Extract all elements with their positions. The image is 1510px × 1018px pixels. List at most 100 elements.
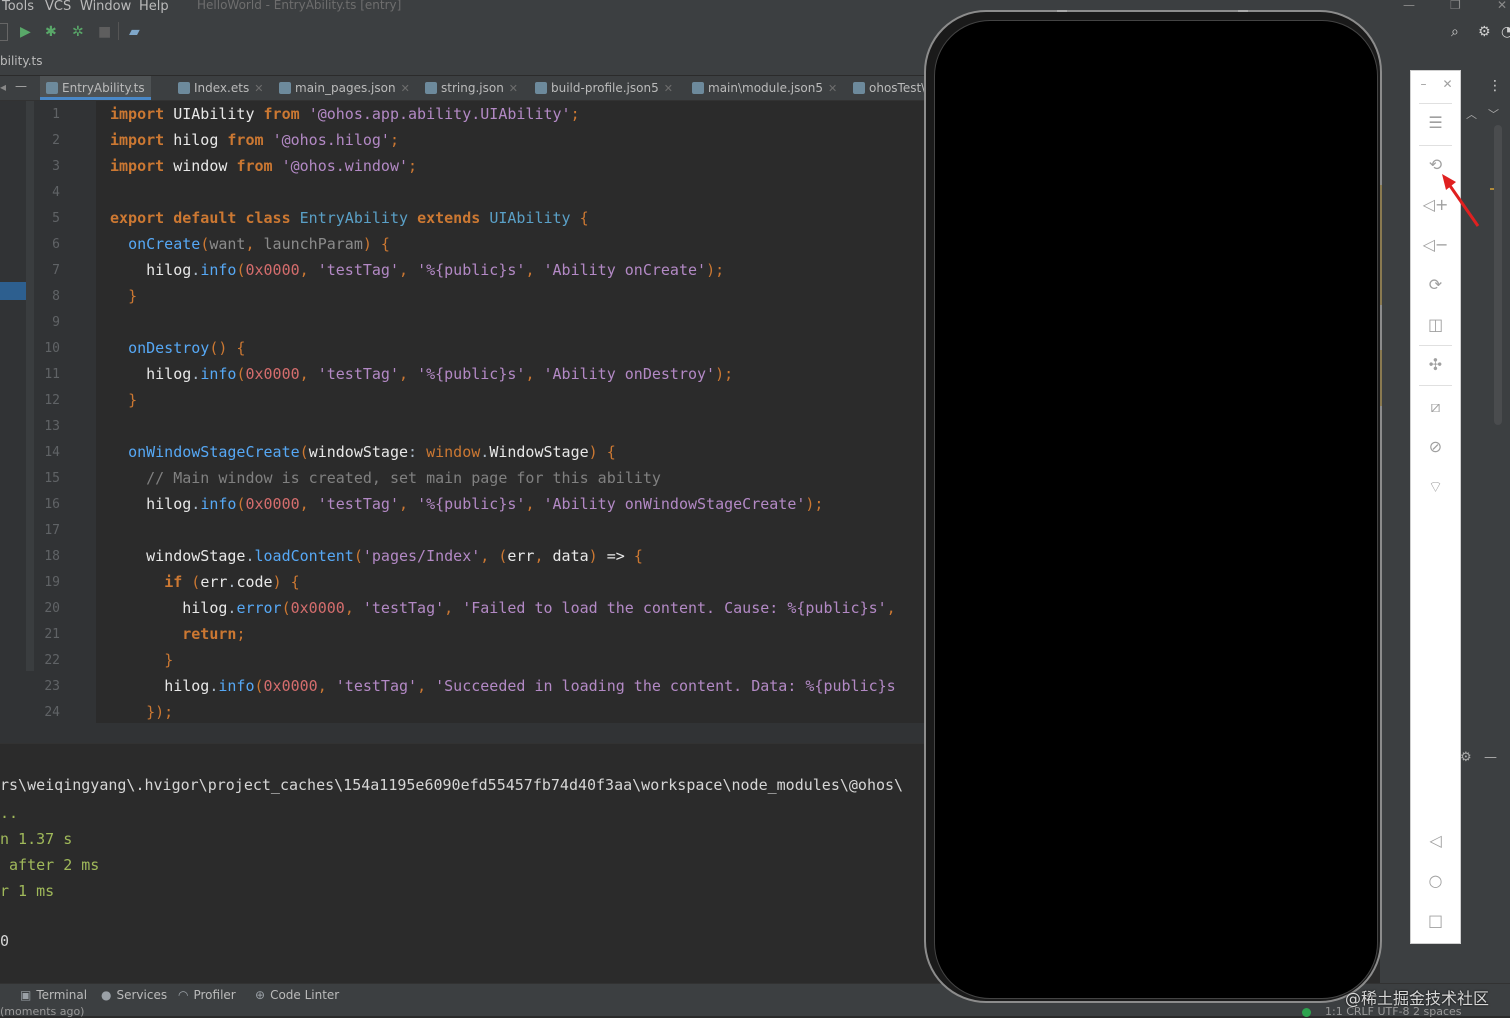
chevron-down-icon[interactable]: ﹀ xyxy=(1488,106,1499,122)
tab-build-profile[interactable]: build-profile.json5 ✕ xyxy=(535,76,673,100)
close-icon[interactable]: ✕ xyxy=(1423,77,1472,91)
toolbar-separator xyxy=(118,22,119,40)
console-hide-icon[interactable]: — xyxy=(1484,750,1497,765)
horizontal-scrollbar[interactable] xyxy=(36,723,925,743)
services-icon: ● xyxy=(101,988,112,1002)
close-tab-icon[interactable]: ✕ xyxy=(401,82,410,95)
code-line: windowStage.loadContent('pages/Index', (… xyxy=(146,547,643,565)
line-number: 9 xyxy=(52,315,60,330)
file-icon xyxy=(178,82,190,94)
search-icon[interactable]: ⌕ xyxy=(1451,24,1459,40)
file-icon xyxy=(692,82,704,94)
panel-separator xyxy=(1419,345,1452,346)
line-number: 11 xyxy=(44,367,60,382)
close-tab-icon[interactable]: ✕ xyxy=(664,82,673,95)
wifi-off-icon[interactable]: ⌔ xyxy=(1411,477,1460,497)
minimize-window-icon[interactable]: — xyxy=(1403,0,1415,12)
location-icon[interactable]: ✣ xyxy=(1411,355,1460,374)
menu-window[interactable]: Window xyxy=(80,0,131,14)
close-tab-icon[interactable]: ✕ xyxy=(509,82,518,95)
config-selector[interactable] xyxy=(0,23,8,41)
phone-frame xyxy=(924,10,1382,1003)
watermark: @稀土掘金技术社区 xyxy=(1345,989,1490,1008)
attach-debugger-icon[interactable]: ✲ xyxy=(72,24,84,40)
rotate-right-icon[interactable]: ⟳ xyxy=(1411,275,1460,294)
menu-tools[interactable]: Tools xyxy=(2,0,34,14)
file-icon xyxy=(425,82,437,94)
fold-screen-icon[interactable]: ⧄ xyxy=(1411,397,1460,417)
line-number: 3 xyxy=(52,159,60,174)
file-icon xyxy=(279,82,291,94)
run-icon[interactable]: ▶ xyxy=(20,24,31,40)
tab-index[interactable]: Index.ets ✕ xyxy=(178,76,263,100)
restore-window-icon[interactable]: ❐ xyxy=(1450,0,1461,12)
notification-icon[interactable]: ◔ xyxy=(1501,24,1510,40)
line-number: 20 xyxy=(44,601,60,616)
recent-apps-icon[interactable]: □ xyxy=(1411,911,1460,930)
code-linter-icon: ⊕ xyxy=(255,988,266,1002)
console-line: rs\weiqingyang\.hvigor\project_caches\15… xyxy=(0,776,904,794)
collapse-icon[interactable]: — xyxy=(15,79,27,93)
code-line: return; xyxy=(182,625,246,643)
close-window-icon[interactable]: ✕ xyxy=(1497,0,1507,12)
tab-module[interactable]: main\module.json5 ✕ xyxy=(692,76,837,100)
console-line: r 1 ms xyxy=(0,882,55,900)
code-line: export default class EntryAbility extend… xyxy=(110,209,589,227)
close-tab-icon[interactable]: ✕ xyxy=(828,82,837,95)
code-line: onCreate(want, launchParam) { xyxy=(128,235,390,253)
window-title: HelloWorld - EntryAbility.ts [entry] xyxy=(197,0,402,12)
profiler-icon: ◠ xyxy=(178,988,189,1002)
menu-vcs[interactable]: VCS xyxy=(45,0,71,14)
tab-string[interactable]: string.json ✕ xyxy=(425,76,518,100)
code-line: hilog.error(0x0000, 'testTag', 'Failed t… xyxy=(182,599,896,617)
run-console: rs\weiqingyang\.hvigor\project_caches\15… xyxy=(0,743,925,984)
code-line: hilog.info(0x0000, 'testTag', '%{public}… xyxy=(146,261,725,279)
device-manager-icon[interactable]: ▰ xyxy=(129,24,140,40)
services-tool[interactable]: ● Services xyxy=(101,988,167,1002)
phone-side-button xyxy=(1380,185,1382,305)
phone-screen[interactable] xyxy=(934,20,1378,999)
menu-icon[interactable]: ☰ xyxy=(1411,113,1460,132)
fingerprint-icon[interactable]: ⊘ xyxy=(1411,437,1460,456)
code-line: hilog.info(0x0000, 'testTag', '%{public}… xyxy=(146,365,734,383)
close-tab-icon[interactable]: ✕ xyxy=(254,82,263,95)
tab-entryability[interactable]: EntryAbility.ts xyxy=(40,76,151,100)
line-number: 13 xyxy=(44,419,60,434)
settings-icon[interactable]: ⚙ xyxy=(1478,24,1491,40)
stop-icon[interactable]: ■ xyxy=(98,24,111,40)
code-line: import UIAbility from '@ohos.app.ability… xyxy=(110,105,580,123)
code-line: hilog.info(0x0000, 'testTag', 'Succeeded… xyxy=(164,677,896,695)
code-linter-tool[interactable]: ⊕ Code Linter xyxy=(255,988,339,1002)
line-number: 6 xyxy=(52,237,60,252)
line-number: 8 xyxy=(52,289,60,304)
tab-ohostest[interactable]: ohosTest\ xyxy=(853,76,925,100)
tab-main-pages[interactable]: main_pages.json ✕ xyxy=(279,76,410,100)
debug-icon[interactable]: ✱ xyxy=(45,24,57,40)
tabs-left-icon[interactable]: ◂ xyxy=(0,80,6,94)
terminal-tool[interactable]: ▣ Terminal xyxy=(20,988,87,1002)
line-number: 2 xyxy=(52,133,60,148)
breadcrumb[interactable]: bility.ts xyxy=(0,54,43,68)
screenshot-icon[interactable]: ◫ xyxy=(1411,315,1460,334)
code-line: if (err.code) { xyxy=(164,573,300,591)
console-settings-icon[interactable]: ⚙ xyxy=(1460,750,1472,765)
home-icon[interactable]: ○ xyxy=(1411,871,1460,890)
line-number: 21 xyxy=(44,627,60,642)
phone-emulator xyxy=(924,10,1382,1003)
console-line: .. xyxy=(0,804,19,822)
editor-tabs: ◂ — EntryAbility.ts Index.ets ✕ main_page… xyxy=(0,76,925,101)
file-icon xyxy=(853,82,865,94)
phone-button xyxy=(1238,10,1248,12)
line-number: 18 xyxy=(44,549,60,564)
code-editor[interactable]: import UIAbility from '@ohos.app.ability… xyxy=(96,101,925,743)
profiler-tool[interactable]: ◠ Profiler xyxy=(178,988,236,1002)
volume-down-icon[interactable]: ◁− xyxy=(1411,235,1460,254)
editor-vertical-scrollbar[interactable] xyxy=(1494,125,1502,425)
menu-help[interactable]: Help xyxy=(139,0,169,14)
more-options-icon[interactable]: ⋮ xyxy=(1488,78,1502,94)
back-icon[interactable]: ◁ xyxy=(1411,831,1460,850)
line-numbers: 1 2 3 4 5 6 7 8 9 10 11 12 13 14 15 16 1… xyxy=(36,101,110,743)
chevron-up-icon[interactable]: ︿ xyxy=(1466,106,1477,122)
console-line: n 1.37 s xyxy=(0,830,73,848)
annotation-arrow-icon xyxy=(1442,174,1480,227)
